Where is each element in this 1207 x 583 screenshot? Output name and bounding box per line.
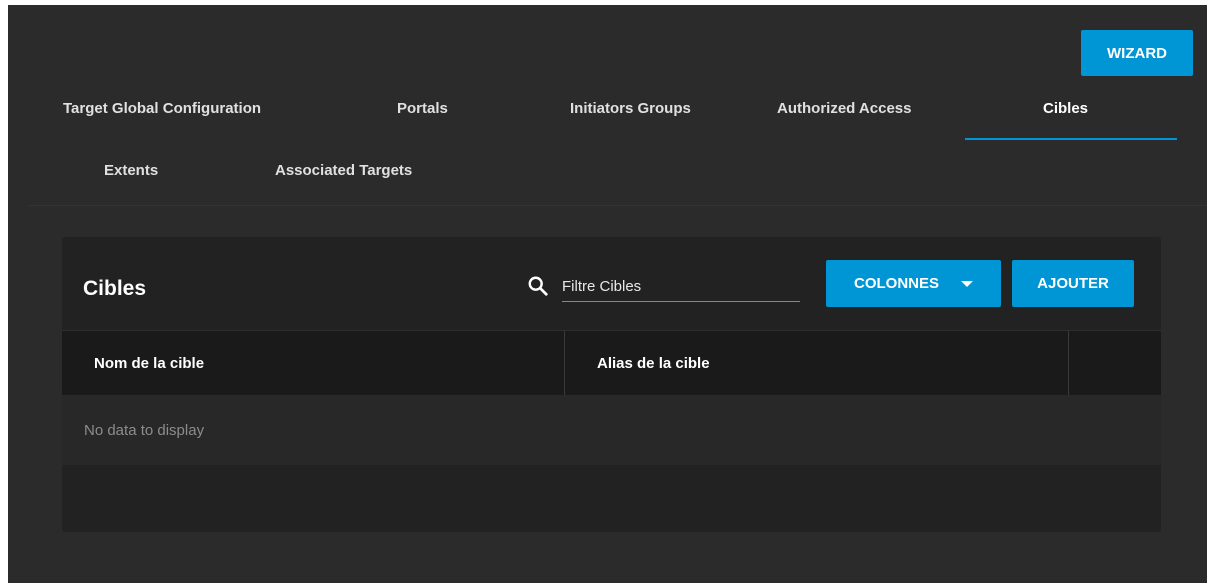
columns-button[interactable]: COLONNES [826,260,1001,307]
tab-portals[interactable]: Portals [397,100,448,117]
columns-button-label: COLONNES [853,275,939,292]
column-header-target-alias[interactable]: Alias de la cible [565,331,1069,395]
column-header-target-name[interactable]: Nom de la cible [62,331,565,395]
wizard-button[interactable]: WIZARD [1081,30,1193,76]
cibles-card: Cibles COLONNES AJOUTER Nom de la cible … [62,237,1161,532]
column-header-actions [1069,331,1161,395]
tab-target-global-configuration[interactable]: Target Global Configuration [63,100,261,117]
search-icon [528,276,548,296]
empty-table-message: No data to display [62,395,1161,465]
card-title: Cibles [83,277,147,300]
caret-down-icon [961,280,973,287]
add-button[interactable]: AJOUTER [1012,260,1134,307]
tab-initiators-groups[interactable]: Initiators Groups [570,100,691,117]
filter-cibles-input[interactable] [562,271,800,302]
tab-associated-targets[interactable]: Associated Targets [275,162,412,179]
active-tab-indicator [965,138,1177,140]
tab-authorized-access[interactable]: Authorized Access [777,100,911,117]
tabs-divider [28,205,1207,206]
table-header: Nom de la cible Alias de la cible [62,330,1161,395]
tab-extents[interactable]: Extents [104,162,158,179]
page-content: WIZARD Target Global Configuration Porta… [8,5,1207,583]
tab-cibles[interactable]: Cibles [1043,100,1088,117]
